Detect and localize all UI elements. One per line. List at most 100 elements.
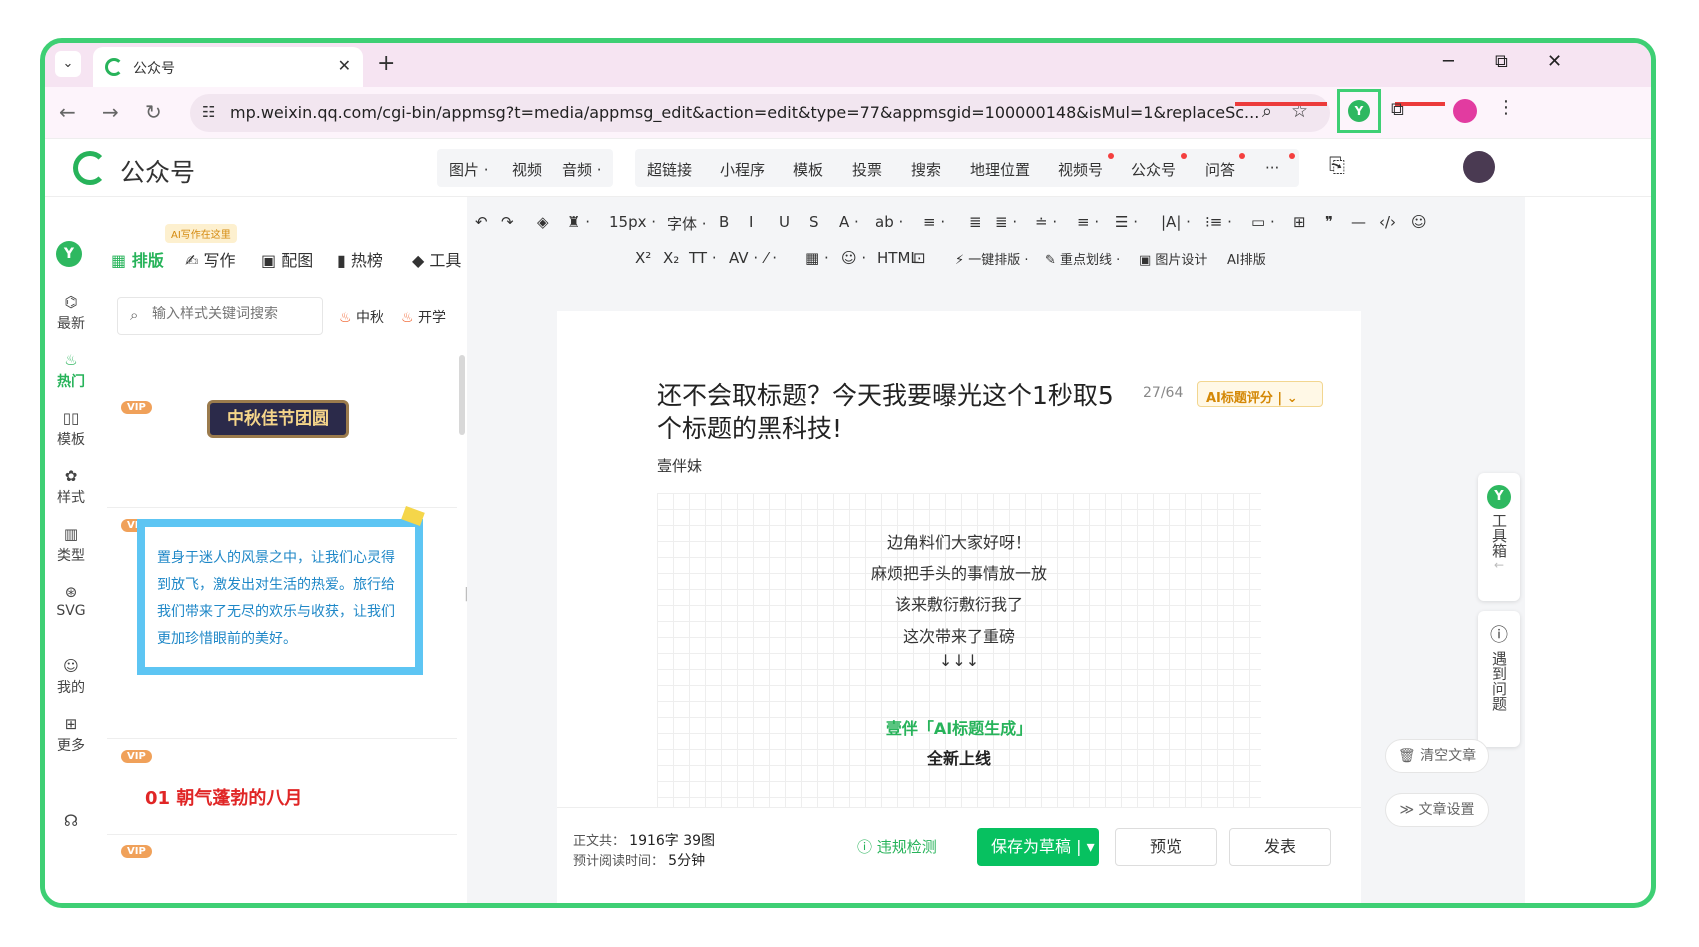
- toolbar-button[interactable]: X₂: [663, 249, 679, 267]
- close-window-button[interactable]: ✕: [1547, 51, 1562, 72]
- style-search[interactable]: ⌕: [117, 297, 323, 335]
- nav-style[interactable]: ✿ 样式: [45, 467, 97, 507]
- menu-template[interactable]: 模板: [793, 159, 823, 180]
- toolbar-button[interactable]: ≡ ·: [923, 213, 945, 231]
- menu-miniprogram[interactable]: 小程序: [720, 159, 765, 180]
- nav-hot[interactable]: ♨ 热门: [45, 351, 97, 391]
- toolbar-button[interactable]: ☺: [1411, 213, 1427, 231]
- tab-layout[interactable]: ▦ 排版: [111, 247, 164, 271]
- toolbar-button[interactable]: ≡ ·: [1077, 213, 1099, 231]
- toolbar-button[interactable]: ☺ ·: [841, 249, 866, 267]
- toolbar-button[interactable]: ⊞: [1293, 213, 1306, 231]
- menu-search[interactable]: 搜索: [911, 159, 941, 180]
- back-icon[interactable]: ←: [59, 100, 76, 124]
- minimize-button[interactable]: ─: [1443, 51, 1454, 72]
- hot-tag-school[interactable]: ♨ 开学: [401, 307, 446, 327]
- caret-down-icon[interactable]: ▾: [1087, 837, 1095, 856]
- menu-official-account[interactable]: 公众号: [1131, 159, 1176, 180]
- profile-avatar[interactable]: [1453, 99, 1477, 123]
- nav-svg[interactable]: ⊛ SVG: [45, 583, 97, 619]
- toolbar-button[interactable]: ↶: [475, 213, 488, 231]
- toolbar-button[interactable]: I: [749, 213, 753, 231]
- nav-more[interactable]: ⊞ 更多: [45, 715, 97, 755]
- toolbar-button[interactable]: ↷: [501, 213, 514, 231]
- site-settings-icon[interactable]: ☷: [202, 103, 215, 121]
- style-card-august[interactable]: 01 朝气蓬勃的八月: [145, 784, 302, 810]
- menu-location[interactable]: 地理位置: [970, 159, 1030, 180]
- menu-vote[interactable]: 投票: [852, 159, 882, 180]
- style-card-midautumn[interactable]: 中秋佳节团圆: [207, 400, 349, 438]
- tab-write[interactable]: ✍ 写作: [185, 247, 236, 271]
- toolbar-button[interactable]: TT ·: [689, 249, 717, 267]
- menu-qa[interactable]: 问答: [1205, 159, 1235, 180]
- nav-mine[interactable]: ☺ 我的: [45, 657, 97, 697]
- toolbar-button[interactable]: U: [779, 213, 790, 231]
- toolbar-button[interactable]: 字体 ·: [667, 213, 707, 234]
- menu-more[interactable]: ···: [1265, 159, 1279, 177]
- tab-tools[interactable]: ◆ 工具: [412, 247, 461, 271]
- tab-hotlist[interactable]: ▮ 热榜: [337, 247, 383, 271]
- help-panel[interactable]: ⓘ 遇到问题: [1478, 611, 1520, 747]
- headset-icon[interactable]: ☊: [45, 811, 97, 830]
- toolbox-panel[interactable]: Y 工具箱 ←: [1478, 473, 1520, 601]
- url-input[interactable]: ☷ mp.weixin.qq.com/cgi-bin/appmsg?t=medi…: [190, 94, 1330, 132]
- new-tab-button[interactable]: +: [377, 51, 395, 76]
- nav-template[interactable]: ▯▯ 模板: [45, 409, 97, 449]
- forward-icon[interactable]: →: [102, 100, 119, 124]
- clear-article-button[interactable]: 🗑 清空文章: [1385, 739, 1489, 773]
- browser-menu-icon[interactable]: ⋮: [1497, 97, 1515, 118]
- toolbar-button[interactable]: ≐ ·: [1035, 213, 1057, 231]
- user-avatar[interactable]: [1463, 151, 1495, 183]
- toolbar-button[interactable]: ⚡ 一键排版 ·: [955, 249, 1029, 268]
- style-card-travel[interactable]: 置身于迷人的风景之中，让我们心灵得到放飞，激发出对生活的热爱。旅行给我们带来了无…: [145, 527, 415, 667]
- article-author[interactable]: 壹伴妹: [657, 455, 702, 476]
- toolbar-button[interactable]: ◈: [537, 213, 549, 231]
- toolbar-button[interactable]: S: [809, 213, 819, 231]
- extensions-puzzle-icon[interactable]: ⧉: [1391, 99, 1404, 120]
- toolbar-button[interactable]: ≣: [969, 213, 982, 231]
- browser-tab[interactable]: 公众号 ✕: [93, 47, 363, 87]
- reload-icon[interactable]: ↻: [145, 100, 162, 124]
- tab-search-menu[interactable]: ⌄: [55, 51, 81, 77]
- yiban-logo-icon[interactable]: Y: [56, 241, 82, 267]
- menu-video[interactable]: 视频: [512, 159, 542, 180]
- yiban-extension-icon[interactable]: Y: [1348, 100, 1370, 122]
- menu-audio[interactable]: 音频 ·: [562, 159, 602, 180]
- toolbar-button[interactable]: ≣ ·: [995, 213, 1017, 231]
- publish-button[interactable]: 发表: [1229, 828, 1331, 866]
- toolbar-button[interactable]: ab ·: [875, 213, 903, 231]
- tab-image[interactable]: ▣ 配图: [261, 247, 313, 271]
- toolbar-button[interactable]: ▭ ·: [1251, 213, 1275, 231]
- nav-type[interactable]: ▥ 类型: [45, 525, 97, 565]
- style-search-input[interactable]: [152, 306, 312, 322]
- toolbar-button[interactable]: ▦ ·: [805, 249, 829, 267]
- save-draft-button[interactable]: 保存为草稿 | ▾: [977, 828, 1099, 866]
- ai-title-score-button[interactable]: AI标题评分 | ⌄: [1197, 381, 1323, 407]
- toolbar-button[interactable]: |A| ·: [1161, 213, 1191, 231]
- toolbar-button[interactable]: ⁝≡ ·: [1205, 213, 1232, 231]
- toolbar-button[interactable]: AV ·: [729, 249, 758, 267]
- toolbar-button[interactable]: ⁄ ·: [765, 249, 777, 267]
- restore-button[interactable]: ⧉: [1495, 51, 1508, 72]
- tab-close-icon[interactable]: ✕: [338, 56, 351, 75]
- toolbar-button[interactable]: —: [1351, 213, 1366, 231]
- menu-image[interactable]: 图片 ·: [449, 159, 489, 180]
- toolbar-button[interactable]: ‹/›: [1379, 213, 1396, 231]
- toolbar-button[interactable]: A ·: [839, 213, 859, 231]
- toolbar-button[interactable]: ⊡: [913, 249, 926, 267]
- toolbar-button[interactable]: ❞: [1325, 213, 1333, 231]
- preview-button[interactable]: 预览: [1115, 828, 1217, 866]
- toolbar-button[interactable]: B: [719, 213, 729, 231]
- toolbar-button[interactable]: ✎ 重点划线 ·: [1045, 249, 1120, 268]
- article-body[interactable]: 边角料们大家好呀！ 麻烦把手头的事情放一放 该来敷衍敷衍我了 这次带来了重磅 ↓…: [657, 493, 1261, 827]
- toolbar-button[interactable]: 15px ·: [609, 213, 656, 231]
- toolbar-button[interactable]: X²: [635, 249, 651, 267]
- toolbar-button[interactable]: ▣ 图片设计: [1139, 249, 1207, 268]
- menu-hyperlink[interactable]: 超链接: [647, 159, 692, 180]
- document-icon[interactable]: ⎘: [1329, 153, 1345, 177]
- article-editor[interactable]: 还不会取标题？今天我要曝光这个1秒取5个标题的黑科技! 27/64 AI标题评分…: [557, 311, 1361, 827]
- toolbar-button[interactable]: ♜ ·: [567, 213, 590, 231]
- menu-channels[interactable]: 视频号: [1058, 159, 1103, 180]
- hot-tag-midautumn[interactable]: ♨ 中秋: [339, 307, 384, 327]
- panel-scrollbar[interactable]: [459, 355, 465, 435]
